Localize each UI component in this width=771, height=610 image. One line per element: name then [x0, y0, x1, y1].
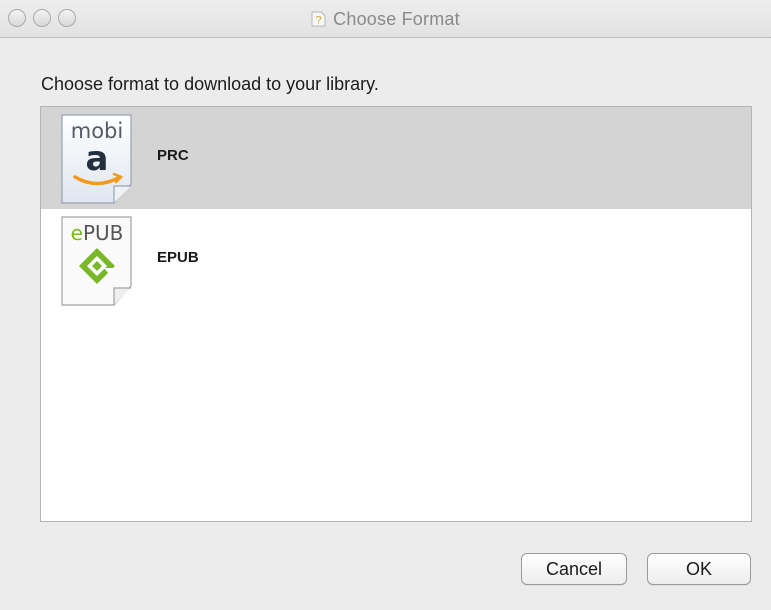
- ok-button[interactable]: OK: [647, 553, 751, 585]
- format-label-epub: EPUB: [157, 249, 199, 266]
- mobi-file-icon: mobi a: [60, 114, 134, 204]
- format-list[interactable]: mobi a PRC ePUB EPUB: [40, 106, 752, 522]
- svg-text:ePUB: ePUB: [71, 221, 124, 245]
- dialog-prompt: Choose format to download to your librar…: [41, 74, 379, 94]
- window-title-group: ? Choose Format: [0, 0, 771, 38]
- window-title: Choose Format: [333, 8, 460, 29]
- format-item-prc[interactable]: mobi a PRC: [41, 107, 751, 209]
- title-bar[interactable]: ? Choose Format: [0, 0, 771, 38]
- svg-text:a: a: [86, 139, 109, 179]
- choose-format-window: ? Choose Format Choose format to downloa…: [0, 0, 771, 610]
- svg-text:?: ?: [316, 15, 322, 27]
- format-item-epub[interactable]: ePUB EPUB: [41, 209, 751, 311]
- question-document-icon: ?: [311, 11, 326, 27]
- epub-file-icon: ePUB: [60, 216, 134, 306]
- format-label-prc: PRC: [157, 147, 189, 164]
- cancel-button[interactable]: Cancel: [521, 553, 627, 585]
